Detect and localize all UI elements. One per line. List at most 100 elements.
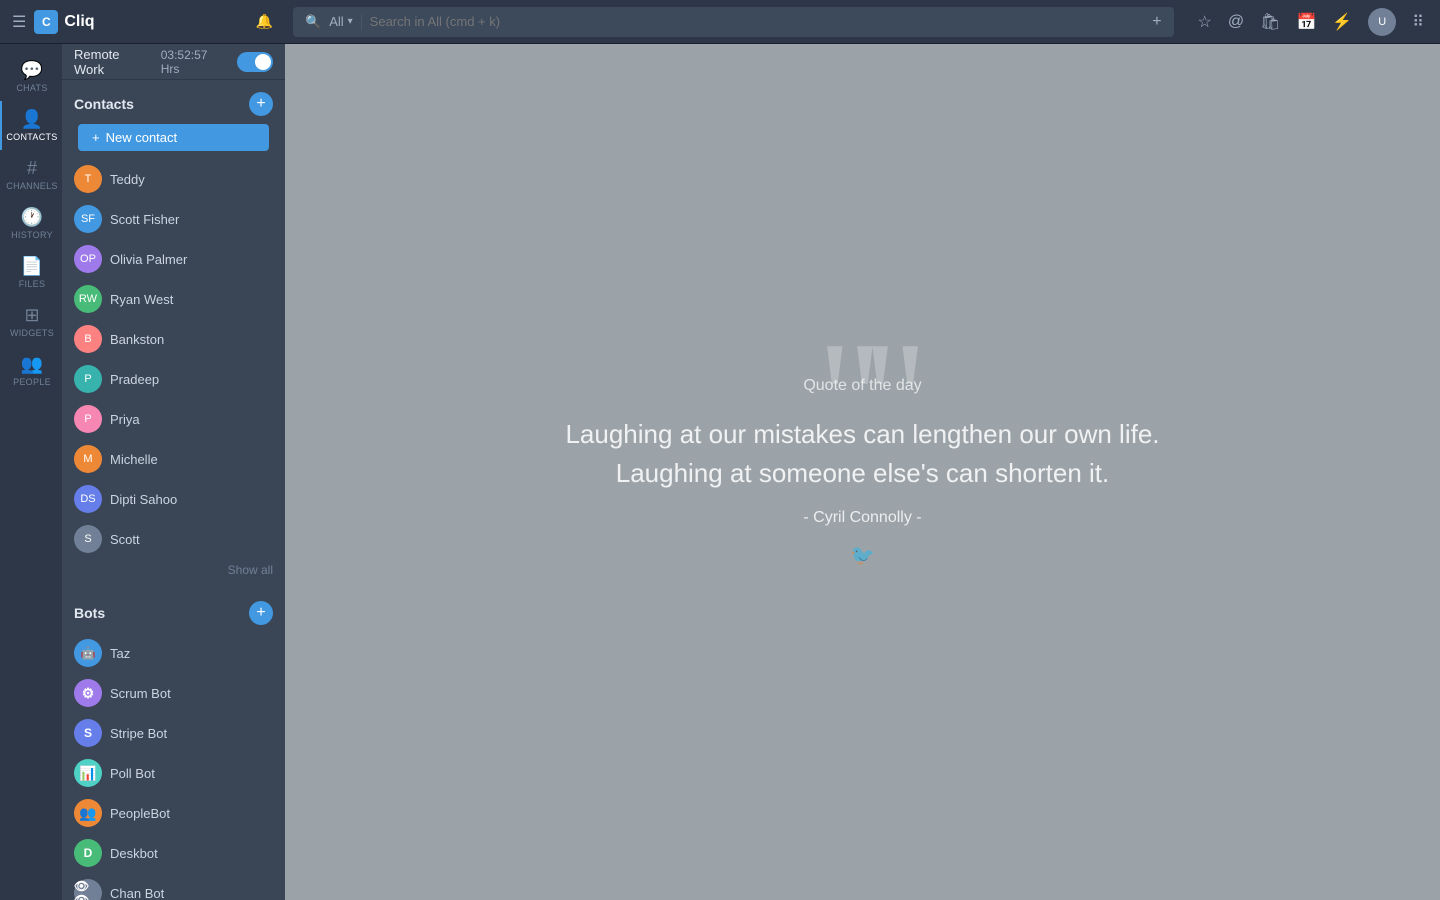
sidebar-item-channels[interactable]: # CHANNELS <box>0 150 62 199</box>
quote-text: Laughing at our mistakes can lengthen ou… <box>565 415 1159 493</box>
bots-section-title: Bots <box>74 605 105 621</box>
bot-avatar: 📊 <box>74 759 102 787</box>
remote-work-label: Remote Work <box>74 47 153 77</box>
bot-name: Stripe Bot <box>110 726 167 741</box>
show-all-link[interactable]: Show all <box>62 559 285 585</box>
sidebar-item-widgets[interactable]: ⊞ WIDGETS <box>0 297 62 346</box>
chats-label: CHATS <box>16 83 47 93</box>
mention-icon[interactable]: @ <box>1228 13 1244 31</box>
bot-item[interactable]: 👥 PeopleBot <box>62 793 285 833</box>
contact-item[interactable]: T Teddy <box>62 159 285 199</box>
contact-name: Priya <box>110 412 140 427</box>
contact-item[interactable]: S Scott <box>62 519 285 559</box>
contacts-add-button[interactable]: + <box>249 92 273 116</box>
top-bar-right: ☆ @ 🛍 📅 ⚡ U ⠿ <box>1182 8 1440 36</box>
bot-item[interactable]: 🤖 Taz <box>62 633 285 673</box>
bot-avatar: S <box>74 719 102 747</box>
hamburger-icon[interactable]: ☰ <box>12 12 26 32</box>
contact-item[interactable]: B Bankston <box>62 319 285 359</box>
contact-avatar: B <box>74 325 102 353</box>
widgets-label: WIDGETS <box>10 328 54 338</box>
sidebar-item-chats[interactable]: 💬 CHATS <box>0 52 62 101</box>
history-label: HISTORY <box>11 230 53 240</box>
contact-avatar: P <box>74 405 102 433</box>
new-contact-label: New contact <box>106 130 178 145</box>
quote-container: "" Quote of the day Laughing at our mist… <box>525 337 1199 608</box>
new-contact-button[interactable]: + New contact <box>78 124 269 151</box>
bot-avatar: 👁👁 <box>74 879 102 900</box>
toggle-knob <box>255 54 271 70</box>
bots-add-button[interactable]: + <box>249 601 273 625</box>
contact-avatar: S <box>74 525 102 553</box>
calendar-icon[interactable]: 📅 <box>1296 12 1316 32</box>
bot-item[interactable]: 📊 Poll Bot <box>62 753 285 793</box>
contacts-section-header: Contacts + <box>62 80 285 124</box>
search-icon: 🔍 <box>305 14 321 30</box>
store-icon[interactable]: 🛍 <box>1260 12 1280 32</box>
channels-label: CHANNELS <box>6 181 57 191</box>
contact-name: Michelle <box>110 452 158 467</box>
contact-name: Bankston <box>110 332 164 347</box>
top-bar: ☰ C Cliq 🔔 🔍 All ▾ + ☆ @ 🛍 📅 ⚡ U ⠿ <box>0 0 1440 44</box>
chevron-down-icon: ▾ <box>348 16 353 27</box>
sidebar-item-history[interactable]: 🕐 HISTORY <box>0 199 62 248</box>
main-content: "" Quote of the day Laughing at our mist… <box>285 44 1440 900</box>
app-logo-icon: C <box>34 10 58 34</box>
bot-item[interactable]: ⚙ Scrum Bot <box>62 673 285 713</box>
sidebar-item-files[interactable]: 📄 FILES <box>0 248 62 297</box>
contacts-icon: 👤 <box>21 109 43 130</box>
bot-name: Deskbot <box>110 846 158 861</box>
contact-item[interactable]: SF Scott Fisher <box>62 199 285 239</box>
search-bar: 🔍 All ▾ + <box>293 7 1174 37</box>
bot-item[interactable]: 👁👁 Chan Bot <box>62 873 285 900</box>
contact-avatar: T <box>74 165 102 193</box>
contact-item[interactable]: M Michelle <box>62 439 285 479</box>
search-filter-select[interactable]: All ▾ <box>329 14 352 29</box>
widgets-icon: ⊞ <box>24 305 39 326</box>
bot-name: Taz <box>110 646 130 661</box>
sidebar-icons: 💬 CHATS 👤 CONTACTS # CHANNELS 🕐 HISTORY … <box>0 44 62 900</box>
people-label: PEOPLE <box>13 377 51 387</box>
contact-item[interactable]: OP Olivia Palmer <box>62 239 285 279</box>
people-icon: 👥 <box>21 354 43 375</box>
files-label: FILES <box>19 279 46 289</box>
bot-avatar: D <box>74 839 102 867</box>
contacts-label: CONTACTS <box>6 132 57 142</box>
contact-name: Ryan West <box>110 292 173 307</box>
sidebar-item-people[interactable]: 👥 PEOPLE <box>0 346 62 395</box>
files-icon: 📄 <box>21 256 43 277</box>
bot-name: Poll Bot <box>110 766 155 781</box>
user-avatar[interactable]: U <box>1368 8 1396 36</box>
bot-name: PeopleBot <box>110 806 170 821</box>
remote-work-toggle[interactable] <box>237 52 273 72</box>
bot-item[interactable]: S Stripe Bot <box>62 713 285 753</box>
contact-item[interactable]: P Priya <box>62 399 285 439</box>
speaker-icon[interactable]: 🔔 <box>256 13 273 30</box>
bot-name: Scrum Bot <box>110 686 171 701</box>
contact-item[interactable]: P Pradeep <box>62 359 285 399</box>
contact-name: Scott Fisher <box>110 212 179 227</box>
contact-item[interactable]: DS Dipti Sahoo <box>62 479 285 519</box>
contact-name: Pradeep <box>110 372 159 387</box>
star-icon[interactable]: ☆ <box>1198 12 1212 32</box>
top-bar-left: ☰ C Cliq 🔔 <box>0 10 285 34</box>
bot-item[interactable]: D Deskbot <box>62 833 285 873</box>
history-icon: 🕐 <box>21 207 43 228</box>
twitter-share-icon[interactable]: 🐦 <box>565 543 1159 568</box>
grid-icon[interactable]: ⠿ <box>1412 12 1424 32</box>
contact-list: T Teddy SF Scott Fisher OP Olivia Palmer… <box>62 159 285 559</box>
contact-item[interactable]: RW Ryan West <box>62 279 285 319</box>
bot-avatar: ⚙ <box>74 679 102 707</box>
search-add-icon[interactable]: + <box>1152 13 1161 31</box>
search-input[interactable] <box>370 14 1141 29</box>
new-contact-plus-icon: + <box>92 130 100 145</box>
app-name: Cliq <box>64 13 94 31</box>
bots-section: Bots + 🤖 Taz ⚙ Scrum Bot S Stripe Bot 📊 … <box>62 585 285 900</box>
contact-name: Olivia Palmer <box>110 252 187 267</box>
contacts-panel: Contacts + + New contact T Teddy SF Scot… <box>62 80 285 900</box>
zap-icon[interactable]: ⚡ <box>1332 12 1352 32</box>
bot-name: Chan Bot <box>110 886 164 900</box>
contact-avatar: DS <box>74 485 102 513</box>
sidebar-item-contacts[interactable]: 👤 CONTACTS <box>0 101 62 150</box>
contact-avatar: SF <box>74 205 102 233</box>
